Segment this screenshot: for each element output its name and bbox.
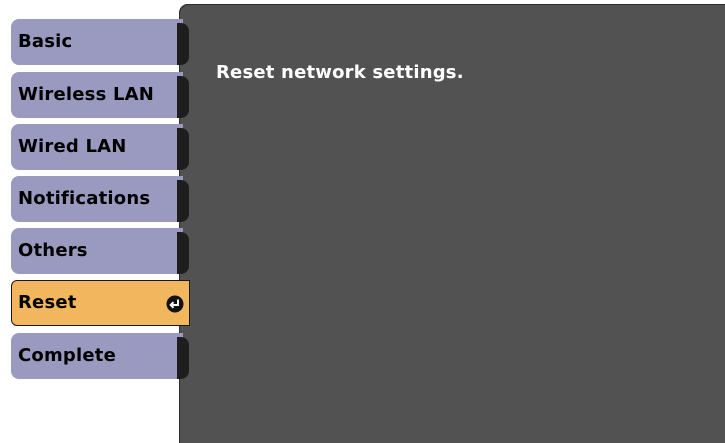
menu-item-wired-lan[interactable]: Wired LAN (11, 124, 189, 170)
menu-item-label: Complete (18, 345, 117, 366)
menu-item-wireless-lan[interactable]: Wireless LAN (11, 72, 189, 118)
menu-item-label: Wired LAN (18, 136, 127, 157)
menu-item-reset[interactable]: Reset (11, 280, 190, 326)
enter-icon (166, 295, 184, 313)
menu-item-complete[interactable]: Complete (11, 333, 189, 379)
menu-item-label: Wireless LAN (18, 84, 155, 105)
menu-item-label: Others (18, 240, 88, 261)
menu-item-notifications[interactable]: Notifications (11, 176, 189, 222)
panel-description: Reset network settings. (216, 62, 464, 83)
menu-item-label: Reset (18, 292, 77, 313)
content-panel: Reset network settings. (179, 4, 725, 443)
menu-item-label: Basic (18, 31, 73, 52)
menu-item-label: Notifications (18, 188, 151, 209)
menu-item-others[interactable]: Others (11, 228, 189, 274)
menu-item-basic[interactable]: Basic (11, 19, 189, 65)
